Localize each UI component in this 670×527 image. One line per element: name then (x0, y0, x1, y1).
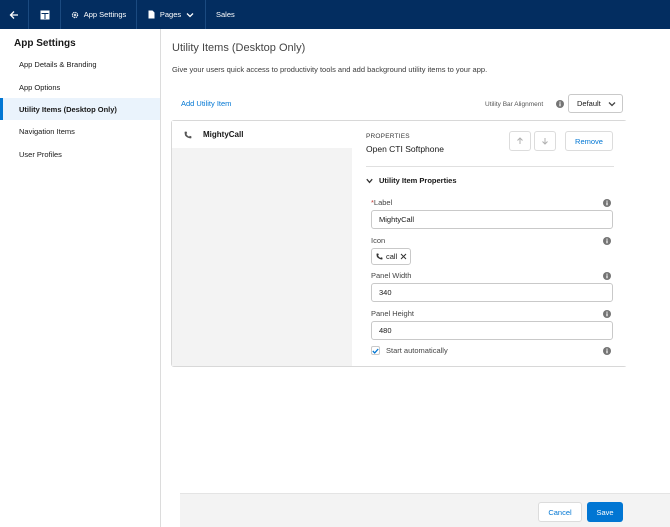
panel-height-input[interactable]: 480 (371, 321, 613, 340)
utility-items-list: MightyCall (172, 121, 352, 366)
info-icon[interactable] (603, 347, 611, 355)
move-down-button[interactable] (534, 131, 556, 151)
icon-pill-value: call (386, 252, 398, 261)
info-icon[interactable] (603, 199, 611, 207)
gear-icon (71, 11, 78, 18)
save-button[interactable]: Save (587, 502, 623, 522)
chevron-down-icon (366, 178, 373, 183)
main-content: Utility Items (Desktop Only) Give your u… (162, 29, 670, 527)
sidebar-item-user-profiles[interactable]: User Profiles (0, 143, 160, 165)
panel-height-value: 480 (379, 326, 392, 335)
list-item-label: MightyCall (203, 130, 244, 139)
chevron-down-icon (608, 102, 616, 107)
alignment-value: Default (577, 99, 601, 108)
sidebar-item-app-options[interactable]: App Options (0, 76, 160, 98)
sidebar-item-label: App Options (19, 82, 61, 92)
footer-bar: Cancel Save (180, 493, 670, 527)
item-type: Open CTI Softphone (366, 144, 444, 154)
properties-heading: PROPERTIES (366, 133, 410, 140)
list-item[interactable]: MightyCall (172, 121, 352, 148)
chevron-down-icon (186, 12, 194, 17)
remove-button[interactable]: Remove (565, 131, 613, 151)
layout-icon (40, 10, 49, 19)
move-up-button[interactable] (509, 131, 531, 151)
sales-label: Sales (216, 10, 235, 19)
sidebar: App Settings App Details & Branding App … (0, 29, 161, 527)
phone-icon (376, 253, 383, 260)
properties-panel: PROPERTIES Open CTI Softphone Remove Uti… (352, 121, 627, 366)
close-icon[interactable] (400, 253, 407, 260)
sales-app-tab[interactable]: Sales (206, 0, 244, 29)
sidebar-item-utility-items[interactable]: Utility Items (Desktop Only) (0, 98, 160, 120)
sidebar-item-navigation-items[interactable]: Navigation Items (0, 120, 160, 142)
sidebar-item-label: Utility Items (Desktop Only) (19, 104, 117, 114)
page-icon (148, 10, 155, 19)
app-settings-label: App Settings (83, 10, 127, 19)
sidebar-item-label: App Details & Branding (19, 59, 97, 69)
back-button[interactable] (0, 0, 29, 29)
sidebar-item-app-details[interactable]: App Details & Branding (0, 53, 160, 75)
utility-item-properties-section[interactable]: Utility Item Properties (366, 176, 457, 185)
arrow-down-icon (542, 138, 548, 145)
start-automatically-label: Start automatically (386, 346, 448, 355)
info-icon[interactable] (603, 310, 611, 318)
layout-button[interactable] (29, 0, 61, 29)
panel-width-label: Panel Width (371, 271, 412, 280)
label-input-value: MightyCall (379, 215, 415, 224)
section-title: Utility Item Properties (379, 176, 457, 185)
pages-dropdown[interactable]: Pages (137, 0, 206, 29)
start-automatically-row: Start automatically (371, 346, 448, 355)
label-field-text: Label (373, 198, 393, 207)
page-title: Utility Items (Desktop Only) (172, 42, 306, 54)
label-input[interactable]: MightyCall (371, 210, 613, 229)
top-bar: App Settings Pages Sales (0, 0, 670, 29)
panel-width-input[interactable]: 340 (371, 283, 613, 302)
icon-field-label: Icon (371, 236, 386, 245)
info-icon[interactable] (603, 272, 611, 280)
sidebar-title: App Settings (14, 38, 76, 49)
arrow-left-icon (9, 10, 18, 19)
sidebar-item-label: User Profiles (19, 149, 62, 159)
utility-bar-alignment-select[interactable]: Default (568, 94, 623, 113)
utility-items-card: MightyCall PROPERTIES Open CTI Softphone… (171, 120, 627, 367)
arrow-up-icon (517, 137, 523, 144)
panel-width-value: 340 (379, 288, 392, 297)
panel-height-label: Panel Height (371, 309, 414, 318)
divider (366, 166, 614, 167)
page-description: Give your users quick access to producti… (172, 65, 488, 74)
pages-label: Pages (159, 10, 182, 19)
label-field-label: *Label (371, 198, 392, 207)
app-settings-button[interactable]: App Settings (61, 0, 137, 29)
info-icon[interactable] (556, 100, 564, 108)
phone-icon (184, 131, 192, 138)
checkmark-icon (372, 348, 379, 354)
info-icon[interactable] (603, 237, 611, 245)
cancel-button[interactable]: Cancel (538, 502, 582, 522)
utility-bar-alignment-label: Utility Bar Alignment (485, 101, 544, 108)
add-utility-item-link[interactable]: Add Utility Item (181, 99, 231, 108)
start-automatically-checkbox[interactable] (371, 346, 380, 355)
icon-pill[interactable]: call (371, 248, 411, 265)
sidebar-item-label: Navigation Items (19, 126, 75, 136)
